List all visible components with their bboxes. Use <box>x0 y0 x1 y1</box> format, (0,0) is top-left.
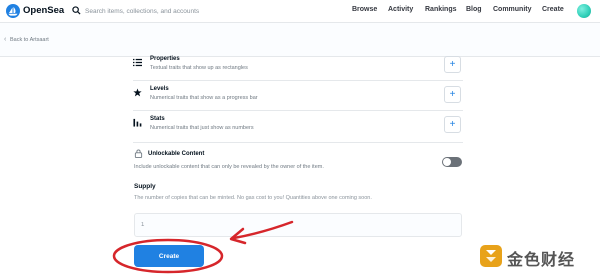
nav-create[interactable]: Create <box>542 6 564 13</box>
supply-label: Supply <box>134 183 156 190</box>
watermark-logo-icon <box>480 245 502 267</box>
top-navigation-bar: OpenSea Browse Activity Rankings Blog Co… <box>0 0 600 23</box>
supply-description: The number of copies that can be minted.… <box>134 195 372 201</box>
divider <box>133 80 463 81</box>
add-levels-button[interactable]: + <box>444 86 461 103</box>
watermark: 金色财经 <box>480 243 596 271</box>
brand-name[interactable]: OpenSea <box>23 5 64 16</box>
divider <box>133 110 463 111</box>
list-icon <box>133 58 142 67</box>
star-icon <box>133 88 142 97</box>
trait-description: Numerical traits that show as a progress… <box>150 95 258 101</box>
back-link[interactable]: Back to Artsaart <box>10 37 49 43</box>
trait-row-stats: Stats Numerical traits that just show as… <box>133 116 463 144</box>
trait-description: Textual traits that show up as rectangle… <box>150 65 248 71</box>
watermark-text: 金色财经 <box>507 252 576 269</box>
lock-icon <box>134 149 143 158</box>
nav-rankings[interactable]: Rankings <box>425 6 457 13</box>
nav-browse[interactable]: Browse <box>352 6 377 13</box>
trait-title: Levels <box>150 86 169 92</box>
nav-blog[interactable]: Blog <box>466 6 482 13</box>
add-stats-button[interactable]: + <box>444 116 461 133</box>
supply-input[interactable] <box>134 213 462 237</box>
search-icon <box>72 6 81 15</box>
search-bar[interactable] <box>68 2 344 20</box>
trait-title: Properties <box>150 56 180 62</box>
unlockable-title: Unlockable Content <box>148 151 205 157</box>
nav-activity[interactable]: Activity <box>388 6 413 13</box>
search-input[interactable] <box>85 2 344 20</box>
back-bar: ‹ Back to Artsaart <box>0 23 600 57</box>
create-button[interactable]: Create <box>134 245 204 267</box>
divider <box>133 142 463 143</box>
unlockable-toggle[interactable] <box>442 157 462 167</box>
nav-community[interactable]: Community <box>493 6 532 13</box>
chevron-left-icon[interactable]: ‹ <box>4 36 6 43</box>
bar-chart-icon <box>133 118 142 127</box>
trait-title: Stats <box>150 116 165 122</box>
trait-description: Numerical traits that just show as numbe… <box>150 125 254 131</box>
toggle-knob <box>443 158 451 166</box>
opensea-logo-icon[interactable] <box>6 4 20 18</box>
unlockable-description: Include unlockable content that can only… <box>134 164 324 170</box>
avatar[interactable] <box>577 4 591 18</box>
add-properties-button[interactable]: + <box>444 56 461 73</box>
